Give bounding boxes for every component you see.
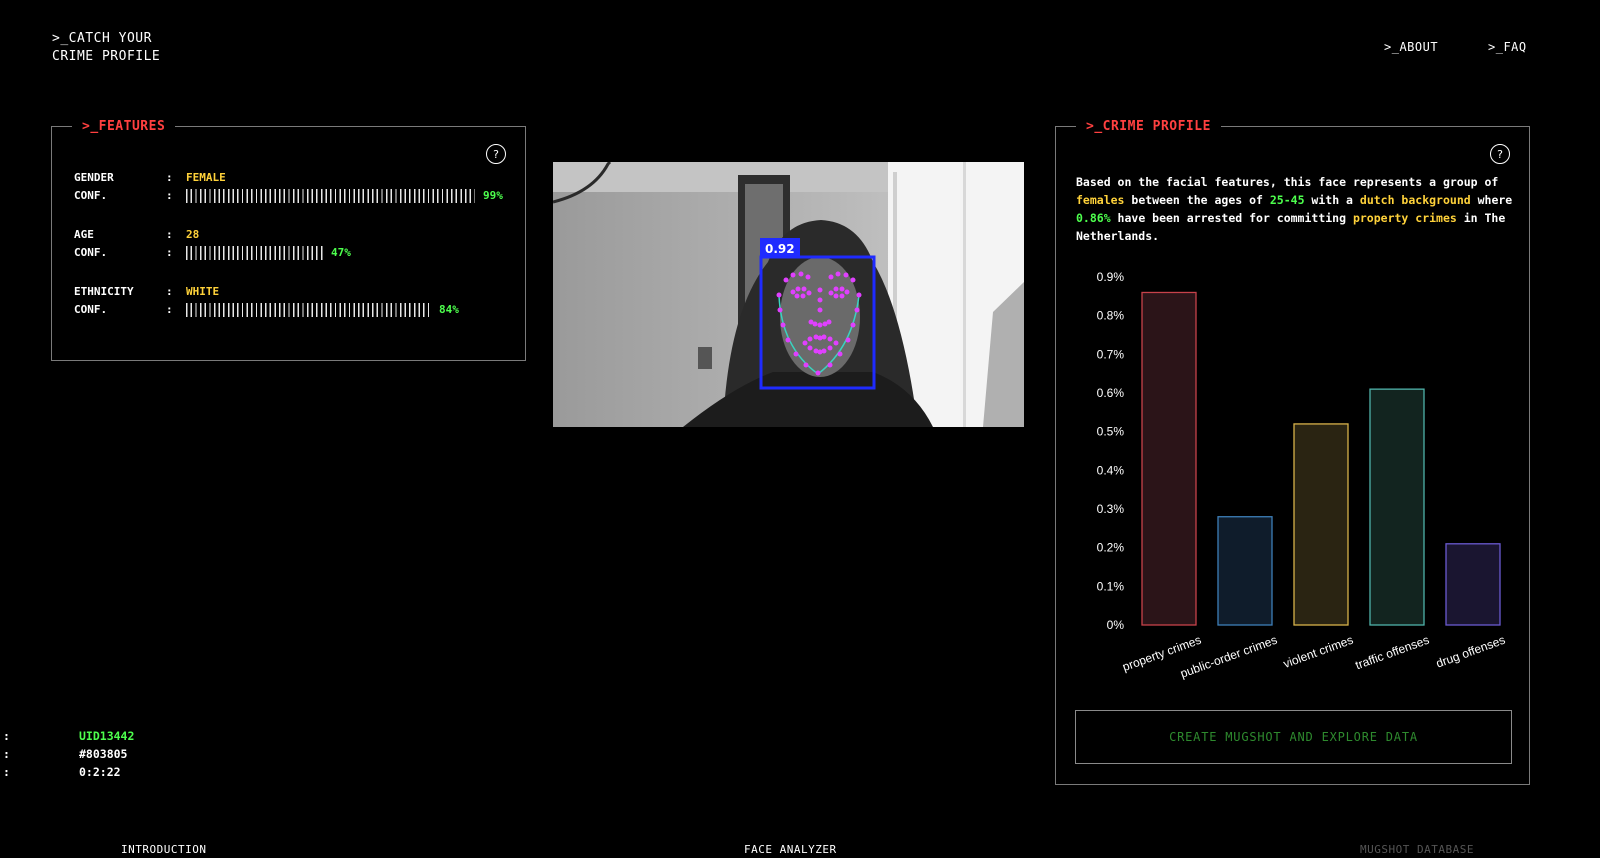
chart-bar[interactable] — [1369, 388, 1425, 626]
ethnicity-feature: ETHNICITY : WHITE CONF. : 84% — [74, 283, 459, 319]
y-tick-label: 0.4% — [1097, 463, 1125, 477]
bottom-nav-face-analyzer[interactable]: FACE ANALYZER — [744, 843, 837, 856]
x-tick-label: violent crimes — [1281, 633, 1355, 671]
ethnicity-conf-bar — [186, 303, 431, 317]
colon: : — [3, 747, 10, 761]
crime-profile-title: >_CRIME PROFILE — [1076, 118, 1221, 135]
crime-profile-panel: >_CRIME PROFILE ? Based on the facial fe… — [1055, 118, 1530, 785]
desc-text: with a — [1304, 193, 1360, 207]
crime-profile-help-icon[interactable]: ? — [1490, 144, 1510, 164]
ethnicity-conf-value: 84% — [439, 303, 459, 316]
nav-faq-link[interactable]: >_FAQ — [1488, 40, 1527, 54]
chart-bar[interactable] — [1217, 516, 1273, 626]
detection-score: 0.92 — [765, 242, 795, 256]
chart-bar[interactable] — [1293, 423, 1349, 626]
session-uid: UID13442 — [79, 729, 135, 743]
y-tick-label: 0.9% — [1097, 270, 1125, 284]
y-tick-label: 0.6% — [1097, 386, 1125, 400]
gender-value: FEMALE — [186, 171, 226, 184]
chart-bar[interactable] — [1141, 291, 1197, 626]
colon: : — [166, 246, 173, 259]
desc-text: have been arrested for committing — [1110, 211, 1353, 225]
desc-text: where — [1470, 193, 1513, 207]
desc-text: between the ages of — [1124, 193, 1270, 207]
gender-feature: GENDER : FEMALE CONF. : 99% — [74, 169, 503, 205]
colon: : — [3, 729, 10, 743]
brand-line-1: >_CATCH YOUR — [52, 31, 152, 46]
x-tick-label: traffic offenses — [1353, 633, 1431, 673]
colon: : — [166, 189, 173, 202]
y-tick-label: 0.2% — [1097, 541, 1125, 555]
session-info: : UID13442 : #803805 : 0:2:22 — [3, 727, 134, 781]
desc-background: dutch background — [1359, 193, 1471, 207]
camera-feed: 0.92 — [553, 162, 1024, 427]
gender-conf-bar — [186, 189, 475, 203]
age-conf-value: 47% — [331, 246, 351, 259]
brand-line-2: CRIME PROFILE — [52, 49, 161, 64]
colon: : — [166, 228, 173, 241]
create-mugshot-button[interactable]: CREATE MUGSHOT AND EXPLORE DATA — [1075, 710, 1512, 764]
session-color: #803805 — [79, 747, 128, 761]
brand-logo[interactable]: >_CATCH YOUR CRIME PROFILE — [52, 30, 160, 66]
age-feature: AGE : 28 CONF. : 47% — [74, 226, 351, 262]
y-tick-label: 0% — [1107, 618, 1125, 632]
colon: : — [166, 303, 173, 316]
colon: : — [166, 171, 173, 184]
x-tick-label: drug offenses — [1434, 633, 1507, 671]
webcam-image: 0.92 — [553, 162, 1024, 427]
y-tick-label: 0.7% — [1097, 347, 1125, 361]
features-title: >_FEATURES — [72, 118, 176, 135]
crime-profile-description: Based on the facial features, this face … — [1076, 173, 1516, 245]
y-tick-label: 0.8% — [1097, 309, 1125, 323]
gender-conf-value: 99% — [483, 189, 503, 202]
age-conf-label: CONF. — [74, 246, 108, 259]
gender-conf-label: CONF. — [74, 189, 108, 202]
features-help-icon[interactable]: ? — [486, 144, 506, 164]
chart-bar[interactable] — [1445, 543, 1501, 626]
desc-percent: 0.86% — [1076, 211, 1111, 225]
y-tick-label: 0.1% — [1097, 579, 1125, 593]
session-time: 0:2:22 — [79, 765, 121, 779]
crime-bar-chart: 0%0.1%0.2%0.3%0.4%0.5%0.6%0.7%0.8%0.9%pr… — [1097, 270, 1507, 681]
y-tick-label: 0.5% — [1097, 425, 1125, 439]
desc-group: females — [1076, 193, 1125, 207]
nav-about-link[interactable]: >_ABOUT — [1384, 40, 1438, 54]
age-value: 28 — [186, 228, 200, 241]
ethnicity-value: WHITE — [186, 285, 220, 298]
colon: : — [166, 285, 173, 298]
features-panel: >_FEATURES ? GENDER : FEMALE CONF. : 99%… — [51, 118, 526, 361]
y-tick-label: 0.3% — [1097, 502, 1125, 516]
gender-label: GENDER — [74, 171, 114, 184]
desc-text: Based on the facial features, this face … — [1076, 175, 1499, 189]
desc-ages: 25-45 — [1269, 193, 1305, 207]
ethnicity-label: ETHNICITY — [74, 285, 134, 298]
desc-crime: property crimes — [1352, 211, 1457, 225]
age-label: AGE — [74, 228, 94, 241]
age-conf-bar — [186, 246, 323, 260]
bottom-nav-introduction[interactable]: INTRODUCTION — [121, 843, 206, 856]
colon: : — [3, 765, 10, 779]
ethnicity-conf-label: CONF. — [74, 303, 108, 316]
bottom-nav-mugshot-database[interactable]: MUGSHOT DATABASE — [1360, 843, 1474, 856]
